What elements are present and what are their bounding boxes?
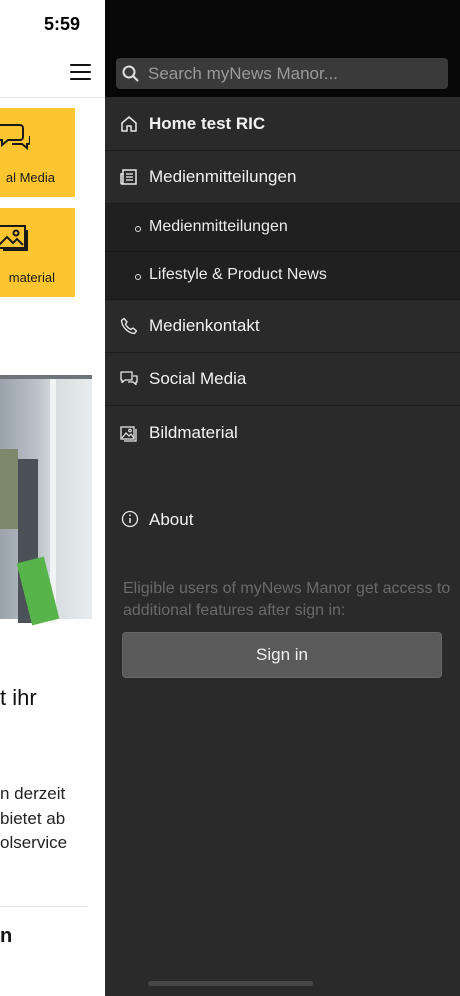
status-time: 5:59 <box>44 14 81 34</box>
menu-item-bildmaterial[interactable]: Bildmaterial <box>105 406 460 459</box>
menu-item-label: Bildmaterial <box>149 422 238 442</box>
picture-icon <box>0 225 28 251</box>
side-drawer: Home test RIC Medienmitteilungen Medienm… <box>105 0 460 996</box>
background-app: 5:59 al Media material t ihr n derzeit b… <box>0 0 105 996</box>
tile-social-media[interactable]: al Media <box>0 108 75 197</box>
sign-in-button[interactable]: Sign in <box>122 632 442 678</box>
submenu-item-label: Medienmitteilungen <box>149 218 288 235</box>
home-icon <box>121 115 137 132</box>
divider <box>0 906 88 907</box>
submenu-item-lifestyle-product-news[interactable]: Lifestyle & Product News <box>105 252 460 300</box>
menu-item-label: Home test RIC <box>149 113 266 133</box>
tile-bildmaterial[interactable]: material <box>0 208 75 297</box>
drawer-header <box>105 0 460 97</box>
bullet-icon <box>135 274 141 280</box>
menu-item-label: Social Media <box>149 369 247 388</box>
menu-item-medienmitteilungen[interactable]: Medienmitteilungen <box>105 151 460 204</box>
menu-item-home[interactable]: Home test RIC <box>105 97 460 151</box>
menu-item-label: Medienkontakt <box>149 316 260 335</box>
menu-item-about[interactable]: About <box>105 500 460 540</box>
search-icon <box>122 65 139 82</box>
submenu-item-medienmitteilungen[interactable]: Medienmitteilungen <box>105 204 460 252</box>
menu-item-social-media[interactable]: Social Media <box>105 353 460 406</box>
drawer-menu: Home test RIC Medienmitteilungen Medienm… <box>105 97 460 459</box>
news-photo[interactable] <box>0 375 92 626</box>
search-bar[interactable] <box>116 58 448 89</box>
info-icon <box>121 510 139 528</box>
newspaper-icon <box>120 169 137 185</box>
about-label: About <box>149 510 194 529</box>
bullet-icon <box>135 226 141 232</box>
hamburger-menu-icon[interactable] <box>70 64 91 82</box>
phone-icon <box>120 317 138 335</box>
tile-label: material <box>8 270 55 285</box>
article-title: t ihr <box>0 685 37 710</box>
search-input[interactable] <box>148 58 444 89</box>
submenu-item-label: Lifestyle & Product News <box>149 266 327 283</box>
signin-note: Eligible users of myNews Manor get acces… <box>123 580 451 619</box>
social-media-icon <box>0 124 30 151</box>
divider <box>0 97 105 98</box>
menu-item-label: Medienmitteilungen <box>149 167 297 186</box>
menu-item-medienkontakt[interactable]: Medienkontakt <box>105 300 460 353</box>
chat-bubbles-icon <box>120 371 138 386</box>
article-title: n <box>0 925 13 947</box>
tile-label: al Media <box>5 170 55 185</box>
image-icon <box>120 425 137 442</box>
home-indicator[interactable] <box>148 981 313 986</box>
article-excerpt: n derzeit bietet ab olservice <box>0 784 68 852</box>
